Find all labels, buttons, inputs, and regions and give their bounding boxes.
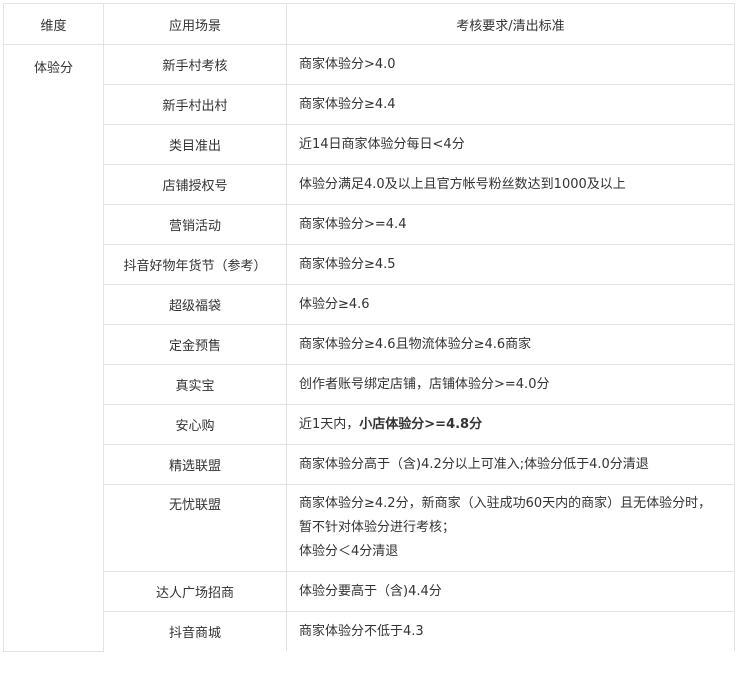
requirement-cell: 商家体验分高于（含)4.2分以上可准入;体验分低于4.0分清退	[286, 444, 735, 485]
scenario-cell: 无忧联盟	[103, 484, 287, 572]
table-row: 安心购 近1天内，小店体验分>=4.8分	[4, 404, 735, 445]
requirement-cell: 体验分≥4.6	[286, 284, 735, 325]
table-row: 超级福袋 体验分≥4.6	[4, 284, 735, 325]
requirement-cell: 商家体验分>=4.4	[286, 204, 735, 245]
scenario-cell: 超级福袋	[103, 284, 287, 325]
scenario-cell: 新手村考核	[103, 44, 287, 85]
scenario-cell: 类目准出	[103, 124, 287, 165]
requirement-cell: 商家体验分不低于4.3	[286, 611, 735, 651]
requirement-emphasis: 小店体验分>=4.8分	[359, 416, 483, 432]
table-row: 无忧联盟 商家体验分≥4.2分，新商家（入驻成功60天内的商家）且无体验分时，暂…	[4, 484, 735, 572]
scenario-cell: 营销活动	[103, 204, 287, 245]
requirement-line: 商家体验分≥4.2分，新商家（入驻成功60天内的商家）且无体验分时，暂不针对体验…	[299, 496, 712, 535]
scenario-cell: 定金预售	[103, 324, 287, 365]
requirement-cell: 商家体验分≥4.5	[286, 244, 735, 285]
table-row: 类目准出 近14日商家体验分每日<4分	[4, 124, 735, 165]
scenario-cell: 真实宝	[103, 364, 287, 405]
requirement-prefix: 近1天内，	[299, 416, 360, 432]
requirement-cell: 近14日商家体验分每日<4分	[286, 124, 735, 165]
requirement-cell: 商家体验分≥4.4	[286, 84, 735, 125]
header-dimension: 维度	[3, 3, 104, 45]
header-scenario: 应用场景	[103, 3, 287, 45]
table-row: 真实宝 创作者账号绑定店铺，店铺体验分>=4.0分	[4, 364, 735, 405]
header-requirement: 考核要求/清出标准	[286, 3, 735, 45]
scenario-cell: 新手村出村	[103, 84, 287, 125]
scenario-cell: 店铺授权号	[103, 164, 287, 205]
scenario-cell: 抖音商城	[103, 611, 287, 651]
table-row: 体验分 新手村考核 商家体验分>4.0	[3, 44, 735, 652]
requirement-cell: 创作者账号绑定店铺，店铺体验分>=4.0分	[286, 364, 735, 405]
scenario-cell: 达人广场招商	[103, 571, 287, 612]
requirement-line: 体验分＜4分清退	[299, 544, 399, 559]
table-row: 达人广场招商 体验分要高于（含)4.4分	[4, 571, 735, 612]
table-row: 抖音商城 商家体验分不低于4.3	[4, 611, 735, 651]
requirement-cell: 商家体验分≥4.6且物流体验分≥4.6商家	[286, 324, 735, 365]
table-header-row: 维度 应用场景 考核要求/清出标准	[3, 3, 735, 45]
requirement-cell: 近1天内，小店体验分>=4.8分	[286, 404, 735, 445]
table-row: 精选联盟 商家体验分高于（含)4.2分以上可准入;体验分低于4.0分清退	[4, 444, 735, 485]
dimension-cell: 体验分	[3, 44, 104, 652]
scenario-cell: 安心购	[103, 404, 287, 445]
requirement-cell: 体验分要高于（含)4.4分	[286, 571, 735, 612]
requirement-cell: 体验分满足4.0及以上且官方帐号粉丝数达到1000及以上	[286, 164, 735, 205]
scenario-cell: 精选联盟	[103, 444, 287, 485]
table-row: 定金预售 商家体验分≥4.6且物流体验分≥4.6商家	[4, 324, 735, 365]
experience-score-table: 维度 应用场景 考核要求/清出标准 体验分 新手村考核 商家体验分>4.0 新手…	[3, 3, 735, 652]
table-row: 营销活动 商家体验分>=4.4	[4, 204, 735, 245]
table-row: 店铺授权号 体验分满足4.0及以上且官方帐号粉丝数达到1000及以上	[4, 164, 735, 205]
requirement-cell: 商家体验分≥4.2分，新商家（入驻成功60天内的商家）且无体验分时，暂不针对体验…	[286, 484, 735, 572]
requirement-cell: 商家体验分>4.0	[286, 44, 735, 85]
table-row: 抖音好物年货节（参考） 商家体验分≥4.5	[4, 244, 735, 285]
scenario-cell: 抖音好物年货节（参考）	[103, 244, 287, 285]
table-row: 新手村出村 商家体验分≥4.4	[4, 84, 735, 125]
